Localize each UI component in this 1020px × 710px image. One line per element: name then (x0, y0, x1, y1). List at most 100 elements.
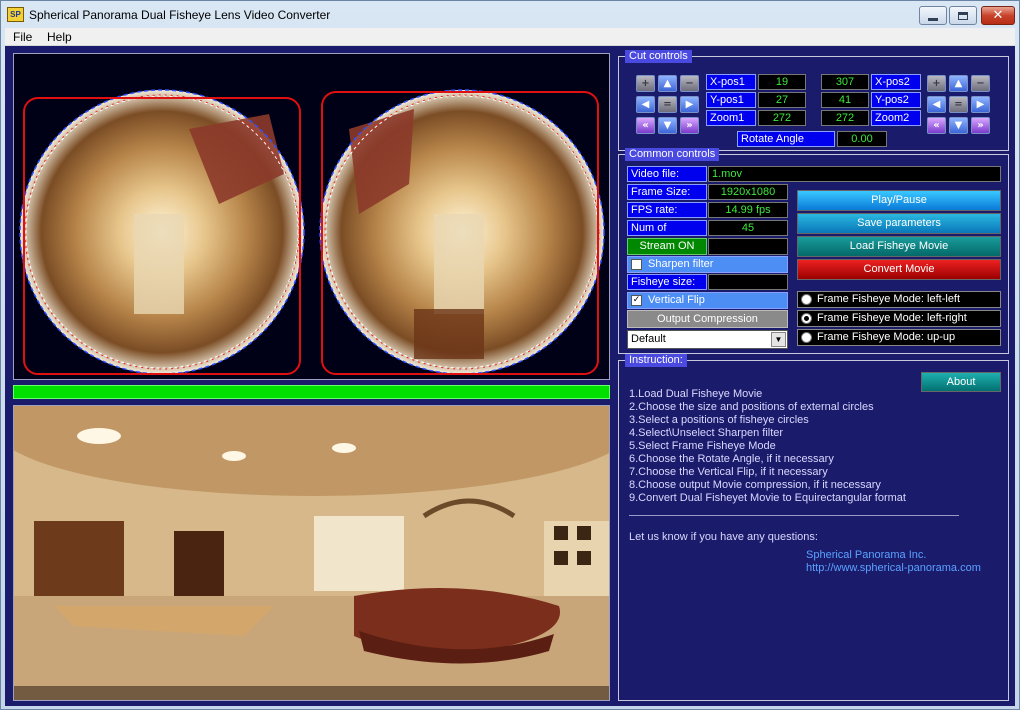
xpos2-value[interactable]: 307 (821, 74, 869, 90)
vertical-flip-check-icon: ✓ (631, 295, 642, 306)
zoom1-label: Zoom1 (706, 110, 756, 126)
rotate-right-icon[interactable]: » (680, 117, 699, 134)
center-icon[interactable]: = (949, 96, 968, 113)
common-controls-label: Common controls (625, 148, 720, 161)
instruction-step: 9.Convert Dual Fisheyet Movie to Equirec… (629, 492, 906, 504)
stream-on-button[interactable]: Stream ON (627, 238, 707, 255)
instruction-step: 4.Select\Unselect Sharpen filter (629, 427, 784, 439)
right-arrow-icon[interactable]: ▶ (971, 96, 990, 113)
xpos1-label: X-pos1 (706, 74, 756, 90)
load-fisheye-movie-button[interactable]: Load Fisheye Movie (797, 236, 1001, 257)
frames-label: Num of frames: (627, 220, 707, 249)
rotate-left-icon[interactable]: « (636, 117, 655, 134)
left-arrow-icon[interactable]: ◀ (636, 96, 655, 113)
ypos1-value[interactable]: 27 (758, 92, 806, 108)
ypos2-label: Y-pos2 (871, 92, 921, 108)
sharpen-filter-label: Sharpen filter (648, 258, 714, 270)
zoom2-label: Zoom2 (871, 110, 921, 126)
divider (629, 515, 959, 516)
app-icon: SP (7, 7, 24, 22)
vertical-flip-checkbox[interactable]: ✓ Vertical Flip (627, 292, 788, 309)
website-link[interactable]: http://www.spherical-panorama.com (806, 562, 981, 574)
xpos2-label: X-pos2 (871, 74, 921, 90)
menu-bar: File Help (5, 28, 1015, 46)
left-arrow-icon[interactable]: ◀ (927, 96, 946, 113)
xpos1-value[interactable]: 19 (758, 74, 806, 90)
center-icon[interactable]: = (658, 96, 677, 113)
radio-icon (801, 294, 812, 305)
company-name: Spherical Panorama Inc. (806, 549, 927, 561)
instruction-step: 6.Choose the Rotate Angle, if it necessa… (629, 453, 834, 465)
instruction-step: 8.Choose output Movie compression, if it… (629, 479, 881, 491)
fps-label: FPS rate: (627, 202, 707, 218)
down-arrow-icon[interactable]: ▼ (949, 117, 968, 134)
mode-left-left-radio[interactable]: Frame Fisheye Mode: left-left (797, 291, 1001, 308)
video-file-value[interactable]: 1.mov (708, 166, 1001, 182)
instruction-step: 7.Choose the Vertical Flip, if it necess… (629, 466, 828, 478)
panorama-preview[interactable] (13, 405, 610, 701)
zoom2-value[interactable]: 272 (821, 110, 869, 126)
instruction-step: 3.Select a positions of fisheye circles (629, 414, 809, 426)
fisheye-preview[interactable] (13, 53, 610, 380)
zoom1-value[interactable]: 272 (758, 110, 806, 126)
rotate-right-icon[interactable]: » (971, 117, 990, 134)
plus-icon[interactable]: + (927, 75, 946, 92)
video-file-label: Video file: (627, 166, 707, 182)
mode-up-up-label: Frame Fisheye Mode: up-up (817, 331, 956, 343)
up-arrow-icon[interactable]: ▲ (949, 75, 968, 92)
stream-status-field (708, 238, 788, 255)
menu-help[interactable]: Help (47, 30, 72, 44)
window-title: Spherical Panorama Dual Fisheye Lens Vid… (29, 8, 331, 22)
mode-left-left-label: Frame Fisheye Mode: left-left (817, 293, 961, 305)
minus-icon[interactable]: − (680, 75, 699, 92)
compression-select-value: Default (631, 333, 666, 345)
compression-select[interactable]: Default ▼ (627, 330, 788, 349)
app-window: SP Spherical Panorama Dual Fisheye Lens … (0, 0, 1020, 710)
panorama-preview-image (14, 406, 609, 700)
plus-icon[interactable]: + (636, 75, 655, 92)
chevron-down-icon[interactable]: ▼ (771, 332, 786, 347)
instruction-step: 5.Select Frame Fisheye Mode (629, 440, 776, 452)
fisheye-preview-image (19, 89, 605, 375)
frame-size-value: 1920x1080 (708, 184, 788, 200)
close-button[interactable]: ✕ (981, 6, 1015, 25)
client-area: Cut controls + ▲ − ◀ = ▶ « ▼ » X-pos1 19… (5, 46, 1015, 706)
title-bar[interactable]: SP Spherical Panorama Dual Fisheye Lens … (1, 1, 1019, 29)
save-parameters-button[interactable]: Save parameters (797, 213, 1001, 234)
up-arrow-icon[interactable]: ▲ (658, 75, 677, 92)
vertical-flip-label: Vertical Flip (648, 294, 705, 306)
right-arrow-icon[interactable]: ▶ (680, 96, 699, 113)
progress-bar (13, 385, 610, 399)
about-button[interactable]: About (921, 372, 1001, 392)
close-icon: ✕ (992, 8, 1004, 23)
ypos2-value[interactable]: 41 (821, 92, 869, 108)
radio-selected-icon (801, 313, 812, 324)
output-compression-button[interactable]: Output Compression (627, 310, 788, 328)
minus-icon[interactable]: − (971, 75, 990, 92)
fps-value: 14.99 fps (708, 202, 788, 218)
cut-controls-label: Cut controls (625, 50, 692, 63)
convert-movie-button[interactable]: Convert Movie (797, 259, 1001, 280)
frame-size-label: Frame Size: (627, 184, 707, 200)
mode-left-right-radio[interactable]: Frame Fisheye Mode: left-right (797, 310, 1001, 327)
radio-icon (801, 332, 812, 343)
down-arrow-icon[interactable]: ▼ (658, 117, 677, 134)
play-pause-button[interactable]: Play/Pause (797, 190, 1001, 211)
rotate-left-icon[interactable]: « (927, 117, 946, 134)
maximize-icon (958, 11, 968, 20)
menu-file[interactable]: File (13, 30, 32, 44)
fisheye-size-label: Fisheye size: (627, 274, 707, 290)
minimize-icon (928, 17, 938, 21)
rotate-angle-value[interactable]: 0.00 (837, 131, 887, 147)
frames-value: 45 (708, 220, 788, 236)
mode-left-right-label: Frame Fisheye Mode: left-right (817, 312, 967, 324)
maximize-button[interactable] (949, 6, 977, 25)
sharpen-check-icon (631, 259, 642, 270)
instruction-step: 1.Load Dual Fisheye Movie (629, 388, 763, 400)
mode-up-up-radio[interactable]: Frame Fisheye Mode: up-up (797, 329, 1001, 346)
sharpen-filter-checkbox[interactable]: Sharpen filter (627, 256, 788, 273)
rotate-angle-label: Rotate Angle (737, 131, 835, 147)
minimize-button[interactable] (919, 6, 947, 25)
instruction-label: Instruction: (625, 354, 687, 367)
fisheye-size-value[interactable] (708, 274, 788, 290)
